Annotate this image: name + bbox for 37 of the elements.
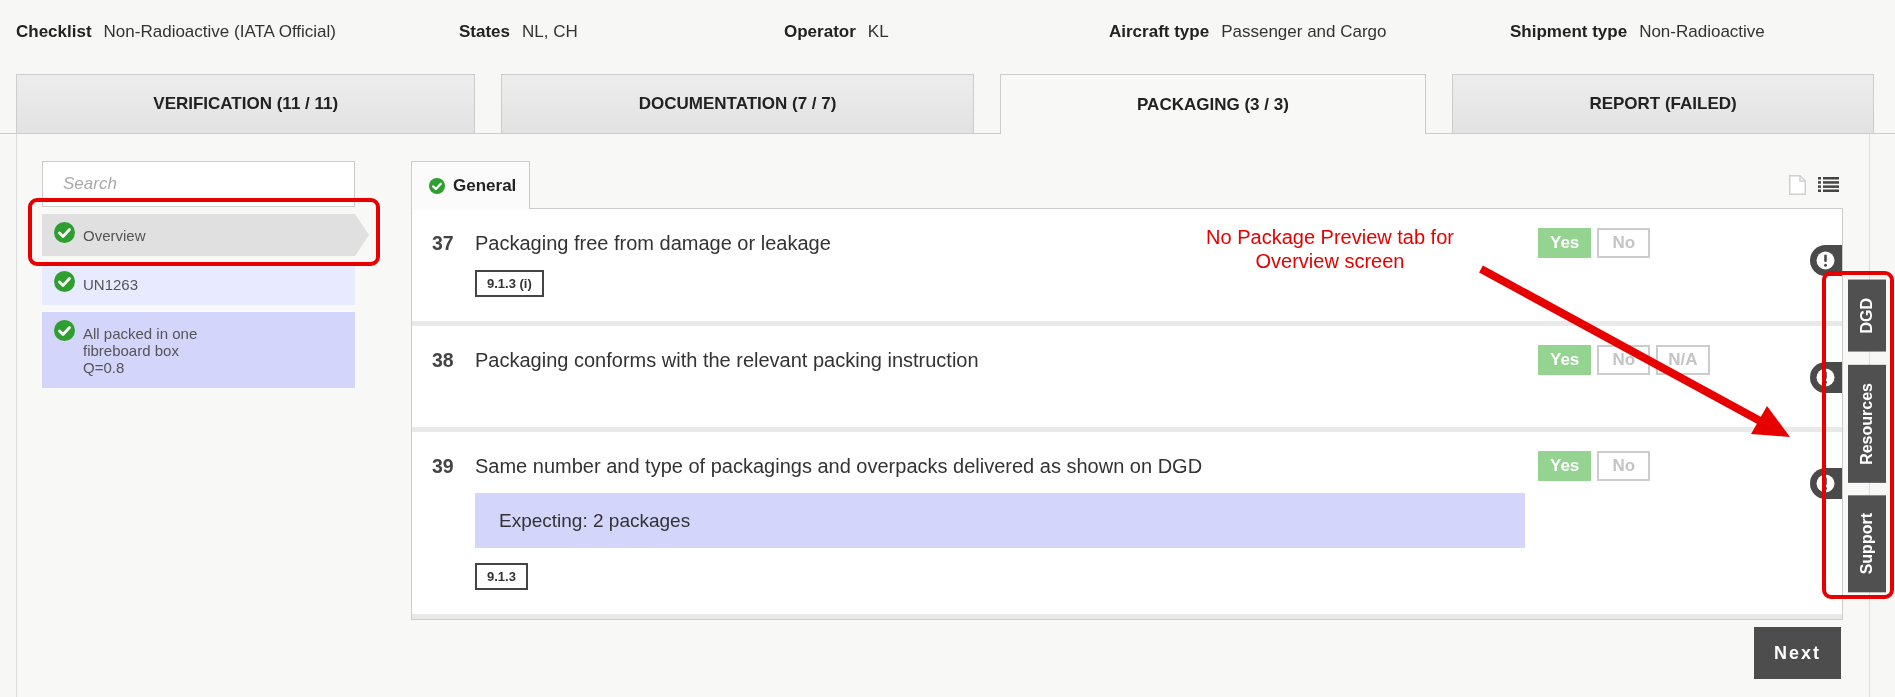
question-number: 37 xyxy=(432,231,455,255)
field-value: NL, CH xyxy=(522,21,578,42)
side-tab[interactable]: DGD xyxy=(1848,280,1886,352)
question-text: Same number and type of packagings and overpacks delivered as shown on DGD xyxy=(475,454,1203,478)
alert-icon[interactable] xyxy=(1810,362,1842,393)
field-value: Non-Radioactive (IATA Official) xyxy=(103,21,336,42)
section-tab[interactable]: General xyxy=(411,161,531,209)
expectation-banner: Expecting: 2 packages xyxy=(475,493,1525,548)
nav-tab[interactable]: DOCUMENTATION (7 / 7) xyxy=(501,74,974,133)
list-icon[interactable] xyxy=(1818,177,1839,192)
annotation-note: No Package Preview tab for Overview screen xyxy=(1205,225,1455,273)
field-label: States xyxy=(459,21,511,42)
field-label: Aircraft type xyxy=(1109,21,1210,42)
nav-tab[interactable]: PACKAGING (3 / 3) xyxy=(999,74,1427,134)
field-value: Non-Radioactive xyxy=(1639,21,1765,42)
reference-tag: 9.1.3 xyxy=(475,563,528,590)
sidebar-item[interactable]: UN1263 xyxy=(42,263,355,305)
question-text: Packaging free from damage or leakage xyxy=(475,231,831,255)
search-field[interactable]: Search xyxy=(42,161,355,207)
field-label: Operator xyxy=(784,21,856,42)
nav-tab[interactable]: REPORT (FAILED) xyxy=(1452,74,1875,133)
sidebar-item[interactable]: All packed in one fibreboard box Q=0.8 xyxy=(42,312,355,388)
field-value: Passenger and Cargo xyxy=(1221,21,1387,42)
alert-icon[interactable] xyxy=(1810,468,1842,499)
side-tab[interactable]: Resources xyxy=(1848,364,1886,483)
question-number: 39 xyxy=(432,454,455,478)
field-label: Checklist xyxy=(16,21,92,42)
question-text: Packaging conforms with the relevant packing instruction xyxy=(475,348,979,372)
question-number: 38 xyxy=(432,348,455,372)
side-tab[interactable]: Support xyxy=(1848,495,1886,593)
alert-icon[interactable] xyxy=(1810,245,1842,276)
reference-tag: 9.1.3 (i) xyxy=(475,270,544,297)
sidebar-item[interactable]: Overview xyxy=(42,214,369,256)
field-label: Shipment type xyxy=(1510,21,1628,42)
next-button[interactable]: Next xyxy=(1754,627,1841,679)
field-value: KL xyxy=(867,21,889,42)
nav-tab[interactable]: VERIFICATION (11 / 11) xyxy=(16,74,476,133)
